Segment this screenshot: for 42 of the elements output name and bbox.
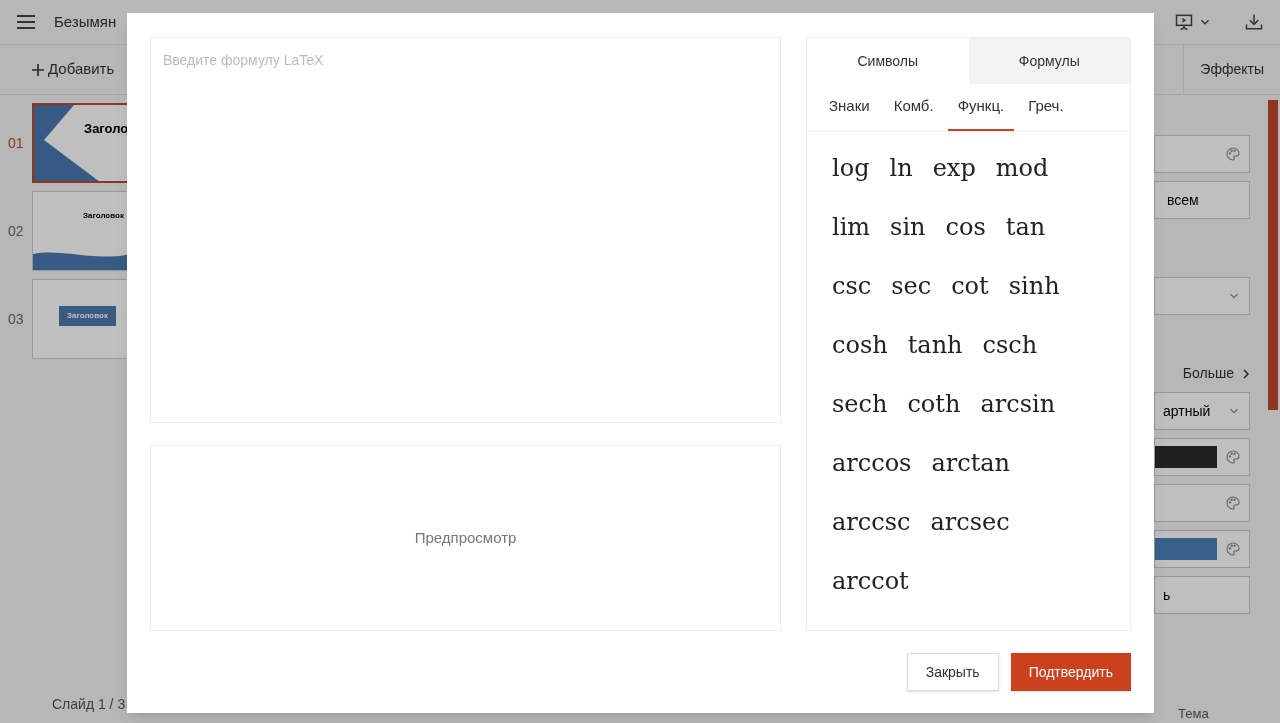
section-label: Тема: [1177, 704, 1210, 723]
panel-button[interactable]: ь: [1154, 576, 1250, 614]
presentation-icon[interactable]: [1174, 12, 1194, 32]
color-field[interactable]: [1154, 484, 1250, 522]
effects-tab[interactable]: Эффекты: [1183, 45, 1280, 94]
category-tab[interactable]: Греч.: [1018, 84, 1074, 131]
color-swatch[interactable]: [1155, 538, 1217, 560]
scrollbar-thumb[interactable]: [1268, 100, 1278, 410]
color-swatch[interactable]: [1155, 446, 1217, 468]
category-tab[interactable]: Функц.: [947, 84, 1015, 131]
dropdown-field[interactable]: [1154, 277, 1250, 315]
slide-title: Заголовок: [83, 210, 124, 222]
add-button[interactable]: Добавить: [32, 58, 115, 81]
category-tab[interactable]: Знаки: [819, 84, 880, 131]
slide-thumbnail[interactable]: Заголовок: [32, 191, 130, 271]
palette-icon[interactable]: [1225, 146, 1241, 162]
palette-icon[interactable]: [1225, 449, 1241, 465]
slide-number: 03: [7, 309, 25, 329]
menu-icon[interactable]: [16, 14, 36, 30]
slide-thumbnail[interactable]: Заголо: [32, 103, 130, 183]
slide-title: Заголовок: [59, 306, 116, 326]
download-icon[interactable]: [1244, 12, 1264, 32]
document-title: Безымян: [54, 11, 117, 32]
slide-counter: Слайд 1 / 3: [51, 695, 127, 714]
latex-input[interactable]: Введите формулу LaTeX: [150, 37, 781, 423]
close-button[interactable]: Закрыть: [906, 653, 999, 691]
apply-all-button[interactable]: всем: [1154, 181, 1250, 219]
panel-tab[interactable]: Формулы: [968, 38, 1130, 84]
confirm-button[interactable]: Подтвердить: [1010, 653, 1131, 691]
slide-title: Заголо: [84, 120, 128, 138]
slide-number: 02: [7, 221, 25, 241]
slide-thumbnail[interactable]: Заголовок: [32, 279, 130, 359]
palette-icon[interactable]: [1225, 541, 1241, 557]
category-tab[interactable]: Комб.: [883, 84, 944, 131]
slide-number: 01: [7, 133, 25, 153]
palette-icon[interactable]: [1225, 495, 1241, 511]
color-field[interactable]: [1154, 135, 1250, 173]
plus-icon: [32, 63, 44, 76]
more-link[interactable]: Больше: [1182, 363, 1234, 384]
preview-label: Предпросмотр: [414, 527, 517, 548]
style-dropdown[interactable]: артный: [1154, 392, 1250, 430]
chevron-right-icon: [1242, 368, 1250, 379]
